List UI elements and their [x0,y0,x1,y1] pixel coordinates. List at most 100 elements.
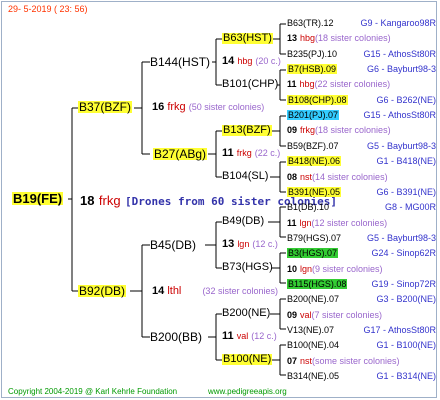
num: 09 [287,125,298,135]
gen4-queen-label[interactable]: B418(NE).06 [287,156,342,166]
sister-count: (7 sister colonies) [311,310,383,320]
gen1-upper-drone-info: 16 frkg (50 sister colonies) [152,102,264,113]
gen4-queen-label[interactable]: B201(PJ).07 [287,110,340,120]
code: lgn [299,218,312,228]
num: 11 [287,218,297,228]
gen4-queen-row: B314(NE).05 [287,372,339,381]
gen3-drone-info-a: 14 hbg (20 c.) [222,56,281,67]
code: nst [300,356,313,366]
gen3-drone-info-c: 13 lgn (12 c.) [222,239,278,250]
gen4-line-info: G17 - AthosSt80R [363,325,436,335]
gen4-drone-info: 13 hbg(18 sister colonies) [287,34,391,43]
pedigree-canvas: 29- 5-2019 ( 23: 56) Copyright 2004-2019… [0,0,440,400]
gen4-line-info: G5 - Bayburt98-3 [366,141,436,151]
gen3-queen-b2[interactable]: B104(SL) [222,171,268,182]
sister-count: (12 c.) [251,331,277,341]
gen4-queen-label[interactable]: B63(TR).12 [287,18,334,28]
gen1-upper-queen[interactable]: B37(BZF) [78,101,133,113]
sister-count: (some sister colonies) [312,356,400,366]
gen3-queen-a2[interactable]: B101(CHP) [222,79,278,90]
code: lthl [167,285,182,297]
code: val [300,310,312,320]
gen2-queen-b[interactable]: B27(ABg) [153,148,208,160]
code: hbg [299,79,315,89]
num: 14 [222,55,235,67]
sister-count: (22 c.) [254,148,281,158]
gen4-queen-row: B3(HGS).07 [287,248,339,258]
gen4-queen-label[interactable]: V13(NE).07 [287,325,334,335]
gen1-lower-queen[interactable]: B92(DB) [78,285,127,297]
gen4-drone-info: 11 lgn(12 sister colonies) [287,219,387,228]
code: val [236,331,249,341]
gen4-queen-row: B59(BZF).07 [287,142,339,151]
site-link[interactable]: www.pedigreeapis.org [208,388,287,396]
code: hbg [300,33,316,43]
timestamp-header: 29- 5-2019 ( 23: 56) [8,4,88,14]
gen4-queen-row: B235(PJ).10 [287,50,337,59]
sister-count: (9 sister colonies) [312,264,383,274]
gen4-line-info: G9 - Kangaroo98R [360,18,436,28]
gen1-lower-drone-info: 14 lthl (32 sister colonies) [152,286,278,297]
gen4-queen-row: B79(HGS).07 [287,234,341,243]
gen4-line-info: G1 - B418(NE) [376,156,436,166]
gen2-queen-d[interactable]: B200(BB) [150,331,202,343]
gen4-queen-label[interactable]: B7(HSB).09 [287,64,338,74]
code: nst [300,172,313,182]
gen4-line-info: G6 - B391(NE) [376,187,436,197]
gen4-line-info: G3 - B200(NE) [376,294,436,304]
code: frkg [236,148,252,158]
gen4-queen-label[interactable]: B59(BZF).07 [287,141,339,151]
gen4-queen-label[interactable]: B100(NE).04 [287,340,339,350]
code: hbg [237,56,253,66]
gen4-queen-row: B418(NE).06 [287,156,342,166]
sister-count: (20 c.) [255,56,281,66]
gen4-queen-label[interactable]: B391(NE).05 [287,187,342,197]
gen3-queen-a1[interactable]: B63(HST) [222,33,273,44]
gen3-queen-c2[interactable]: B73(HGS) [222,262,273,273]
copyright-footer: Copyright 2004-2019 @ Karl Kehrle Founda… [8,387,178,396]
num: 07 [287,356,298,366]
gen4-queen-label[interactable]: B235(PJ).10 [287,49,337,59]
gen4-queen-row: B115(HGS).08 [287,279,348,289]
sister-count: (50 sister colonies) [188,102,265,112]
code: lgn [237,239,250,249]
num: 13 [222,238,235,250]
gen2-queen-c[interactable]: B45(DB) [150,239,196,251]
gen4-line-info: G19 - Sinop72R [371,279,436,289]
gen4-queen-label[interactable]: B79(HGS).07 [287,233,341,243]
num: 08 [287,172,298,182]
gen4-queen-row: B1(DB).10 [287,203,329,212]
num: 11 [287,79,297,89]
gen4-queen-label[interactable]: B1(DB).10 [287,202,329,212]
gen4-queen-row: B108(CHP).08 [287,95,348,105]
gen4-line-info: G6 - Bayburt98-3 [366,64,436,74]
num: 10 [287,264,298,274]
num: 16 [152,101,165,113]
gen4-queen-row: B7(HSB).09 [287,64,338,74]
gen4-line-info: G15 - AthosSt80R [363,110,436,120]
gen2-queen-a[interactable]: B144(HST) [150,56,210,68]
gen4-line-info: G6 - B262(NE) [376,95,436,105]
gen4-drone-info: 09 frkg(18 sister colonies) [287,126,391,135]
gen3-queen-b1[interactable]: B13(BZF) [222,125,272,136]
gen3-queen-d1[interactable]: B200(NE) [222,308,270,319]
root-queen-label[interactable]: B19(FE) [12,192,64,205]
gen4-queen-label[interactable]: B200(NE).07 [287,294,339,304]
code: frkg [300,125,316,135]
gen4-queen-label[interactable]: B108(CHP).08 [287,95,348,105]
gen3-drone-info-b: 11 frkg (22 c.) [222,148,280,159]
gen4-queen-label[interactable]: B314(NE).05 [287,371,339,381]
code: frkg [167,101,186,113]
sister-count: (22 sister colonies) [314,79,391,89]
num: 11 [222,147,234,159]
gen4-line-info: G1 - B100(NE) [376,340,436,350]
gen4-queen-label[interactable]: B3(HGS).07 [287,248,339,258]
root-code: frkg [98,193,121,208]
gen4-drone-info: 08 nst(14 sister colonies) [287,173,388,182]
sister-count: (18 sister colonies) [315,33,391,43]
gen4-drone-info: 09 val(7 sister colonies) [287,311,382,320]
gen3-queen-c1[interactable]: B49(DB) [222,216,264,227]
gen4-queen-label[interactable]: B115(HGS).08 [287,279,348,289]
gen3-queen-d2[interactable]: B100(NE) [222,354,273,365]
gen4-queen-row: B63(TR).12 [287,19,334,28]
